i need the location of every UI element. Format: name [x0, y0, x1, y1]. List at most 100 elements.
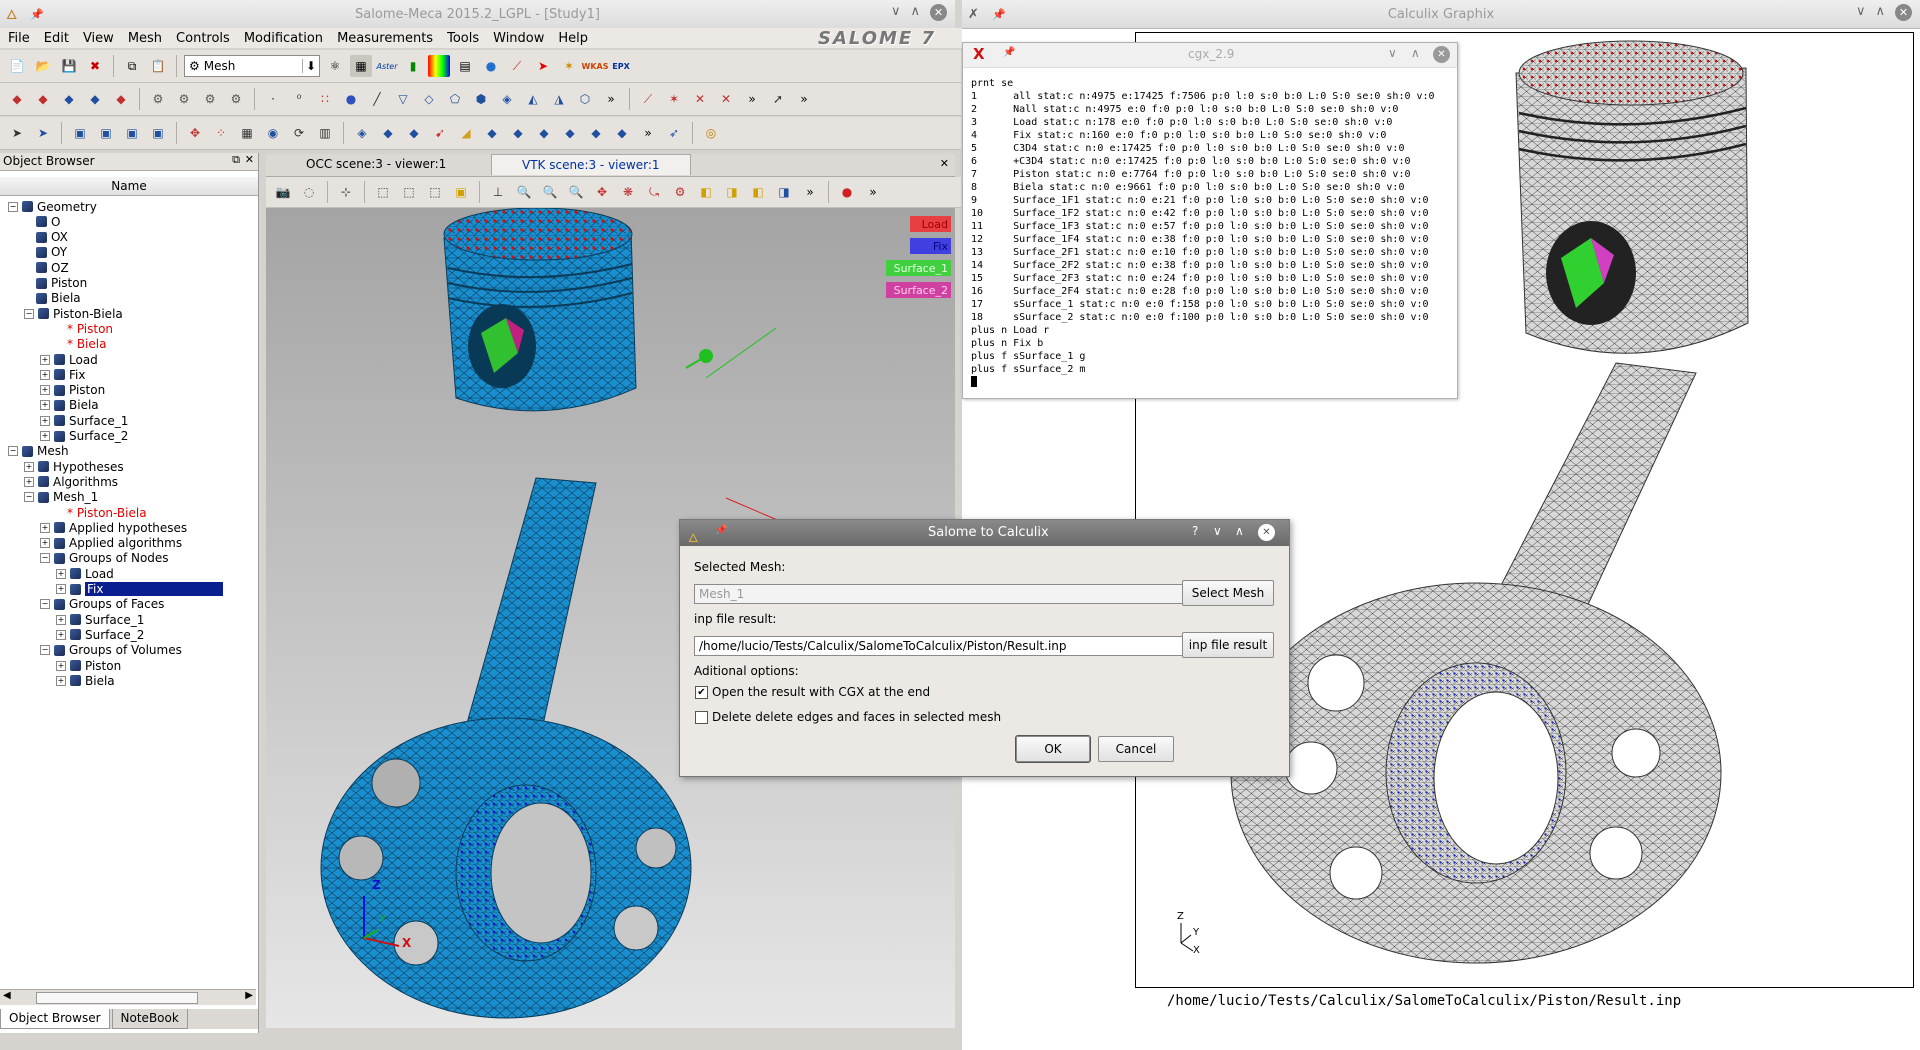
tree-item[interactable]: + Biela — [40, 398, 99, 413]
expand-icon[interactable]: + — [40, 538, 50, 549]
scroll-right-icon[interactable]: ▶ — [245, 990, 253, 1001]
prism-icon[interactable]: ◭ — [522, 88, 544, 110]
scale-icon[interactable]: ➹ — [429, 122, 451, 144]
minimize-icon[interactable]: ∨ — [891, 4, 901, 21]
open-cgx-checkbox[interactable]: ✔ — [695, 686, 708, 699]
delete-edges-checkbox[interactable] — [695, 711, 708, 724]
tree-item[interactable]: + Surface_1 — [40, 413, 128, 428]
yacs-icon[interactable]: ✶ — [558, 55, 580, 77]
tree-item[interactable]: + Piston — [40, 383, 105, 398]
edge-icon[interactable]: ╱ — [366, 88, 388, 110]
more-icon[interactable]: » — [741, 88, 763, 110]
rotate-icon[interactable]: ⊥ — [487, 181, 509, 203]
dialog-maximize-icon[interactable]: ∧ — [1235, 524, 1244, 538]
render-1-icon[interactable]: ▣ — [69, 122, 91, 144]
open-icon[interactable]: 📂 — [32, 55, 54, 77]
tree-item[interactable]: − Piston-Biela — [24, 306, 123, 321]
more-icon[interactable]: » — [637, 122, 659, 144]
bottom-view-icon[interactable]: ◨ — [773, 181, 795, 203]
help-icon[interactable]: ? — [1192, 524, 1198, 538]
polygon-icon[interactable]: ⬠ — [444, 88, 466, 110]
terminal-pin-icon[interactable]: 📌 — [1003, 47, 1015, 58]
tree-column-header[interactable]: Name — [0, 177, 258, 196]
measure-icon[interactable]: ◢ — [455, 122, 477, 144]
tree-item[interactable]: + Surface_2 — [40, 429, 128, 444]
tree-item[interactable]: * Piston-Biela — [40, 505, 147, 520]
tree-item[interactable]: + Algorithms — [24, 474, 118, 489]
tree-item[interactable]: + Fix — [40, 367, 85, 382]
expand-icon[interactable]: + — [24, 476, 34, 487]
tree-item[interactable]: − Mesh_1 — [24, 490, 98, 505]
menu-item-mesh[interactable]: Mesh — [128, 31, 162, 46]
dialog-minimize-icon[interactable]: ∨ — [1213, 524, 1222, 538]
cursor-icon[interactable]: ➤ — [32, 122, 54, 144]
expand-icon[interactable]: + — [24, 461, 34, 472]
front-view-icon[interactable]: ◧ — [695, 181, 717, 203]
save-icon[interactable]: 💾 — [58, 55, 80, 77]
polyhedron-icon[interactable]: ⬡ — [574, 88, 596, 110]
menu-item-controls[interactable]: Controls — [176, 31, 230, 46]
terminal-minimize-icon[interactable]: ∨ — [1388, 46, 1397, 60]
expand-icon[interactable]: + — [56, 614, 66, 625]
remove-icon[interactable]: ✕ — [715, 88, 737, 110]
menu-item-measurements[interactable]: Measurements — [337, 31, 433, 46]
epx-icon[interactable]: EPX — [610, 55, 632, 77]
cancel-button[interactable]: Cancel — [1098, 736, 1174, 762]
hexahedron-icon[interactable]: ⬢ — [470, 88, 492, 110]
terminal-maximize-icon[interactable]: ∧ — [1411, 46, 1420, 60]
tree-item[interactable]: − Groups of Volumes — [40, 643, 182, 658]
menu-item-modification[interactable]: Modification — [244, 31, 323, 46]
tree-item[interactable]: OY — [24, 245, 67, 260]
wkas-icon[interactable]: WKAS — [582, 55, 609, 77]
dump-view-icon[interactable]: 📷 — [272, 181, 294, 203]
rotate-view-icon[interactable]: ⚙ — [669, 181, 691, 203]
compute-icon[interactable]: ◆ — [110, 88, 132, 110]
cgx-pin-icon[interactable]: 📌 — [992, 8, 1006, 21]
ok-button[interactable]: OK — [1016, 736, 1090, 762]
scrollbar-thumb[interactable] — [36, 992, 198, 1004]
menu-item-edit[interactable]: Edit — [44, 31, 69, 46]
tree-item[interactable]: O — [24, 214, 60, 229]
revolve-icon[interactable]: ◆ — [377, 122, 399, 144]
module-combo[interactable]: ⚙ Mesh ⬇ — [184, 55, 320, 77]
cgx-minimize-icon[interactable]: ∨ — [1856, 4, 1866, 21]
expand-icon[interactable]: + — [56, 675, 66, 686]
add-icon[interactable]: ✕ — [689, 88, 711, 110]
expand-icon[interactable]: + — [40, 431, 50, 441]
node-numbering-icon[interactable]: ⁰ — [288, 88, 310, 110]
tree-item[interactable]: + Load — [56, 566, 114, 581]
transform-icon[interactable]: ⟳ — [288, 122, 310, 144]
mesh-field[interactable]: Mesh_1 — [694, 584, 1185, 604]
new-icon[interactable]: 📄 — [6, 55, 28, 77]
expand-icon[interactable]: + — [40, 400, 50, 411]
inp-file-button[interactable]: inp file result — [1182, 632, 1274, 658]
node-group-icon[interactable]: ∷ — [314, 88, 336, 110]
dialog-pin-icon[interactable]: 📌 — [715, 525, 727, 536]
collapse-icon[interactable]: − — [40, 645, 50, 656]
arrow2-icon[interactable]: ➶ — [663, 122, 685, 144]
tree-item[interactable]: + Surface_1 — [56, 612, 144, 627]
trihedron-icon[interactable]: ⊹ — [335, 181, 357, 203]
menu-item-file[interactable]: File — [8, 31, 30, 46]
cgx-maximize-icon[interactable]: ∧ — [1875, 4, 1885, 21]
expand-icon[interactable]: + — [56, 584, 66, 594]
algorithm-icon[interactable]: ⚙ — [173, 88, 195, 110]
maximize-icon[interactable]: ∧ — [910, 4, 920, 21]
pyramid-icon[interactable]: ◮ — [548, 88, 570, 110]
expand-icon[interactable]: + — [56, 660, 66, 671]
tree-item[interactable]: + Fix — [56, 582, 224, 597]
inp-path-field[interactable]: /home/lucio/Tests/Calculix/SalomeToCalcu… — [694, 636, 1185, 656]
terminal-output[interactable]: prnt se 1 all stat:c n:4975 e:17425 f:750… — [971, 77, 1451, 387]
horizontal-scrollbar[interactable]: ◀ ▶ — [0, 989, 256, 1005]
pattern-icon[interactable]: ◆ — [403, 122, 425, 144]
render-4-icon[interactable]: ▣ — [147, 122, 169, 144]
zoom-sel-icon[interactable]: ⬚ — [424, 181, 446, 203]
mesh-info-icon[interactable]: ⚙ — [199, 88, 221, 110]
render-3-icon[interactable]: ▣ — [121, 122, 143, 144]
select-icon[interactable]: ➤ — [6, 122, 28, 144]
copy-icon[interactable]: ⧉ — [121, 55, 143, 77]
union-icon[interactable]: ◆ — [585, 122, 607, 144]
collapse-icon[interactable]: − — [40, 599, 50, 610]
zoom-icon[interactable]: 🔍 — [513, 181, 535, 203]
more-icon[interactable]: » — [799, 181, 821, 203]
